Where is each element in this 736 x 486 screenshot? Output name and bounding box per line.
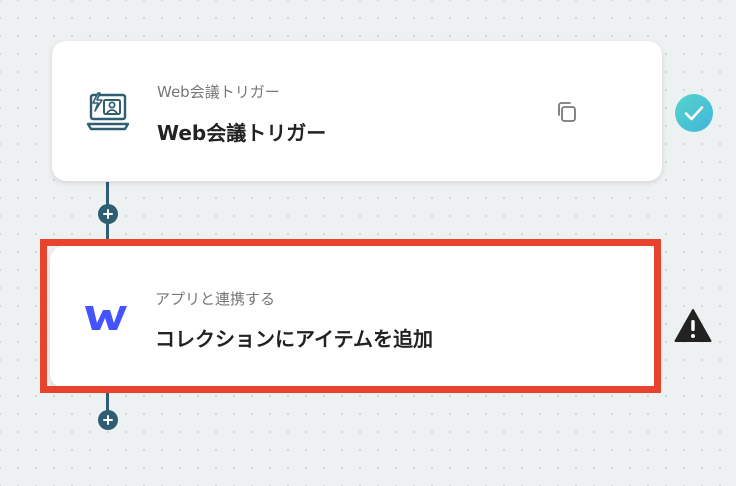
warning-icon (674, 308, 712, 348)
selected-step-highlight (40, 239, 661, 393)
plus-icon (103, 209, 113, 219)
add-step-button[interactable] (98, 410, 118, 430)
add-step-button[interactable] (98, 204, 118, 224)
success-check-icon (674, 93, 714, 137)
web-meeting-icon (86, 92, 130, 136)
trigger-step-card[interactable]: Web会議トリガー Web会議トリガー (52, 41, 662, 181)
copy-icon[interactable] (555, 100, 579, 128)
plus-icon (103, 415, 113, 425)
step-title: Web会議トリガー (157, 121, 327, 145)
step-subtitle: Web会議トリガー (157, 83, 280, 101)
